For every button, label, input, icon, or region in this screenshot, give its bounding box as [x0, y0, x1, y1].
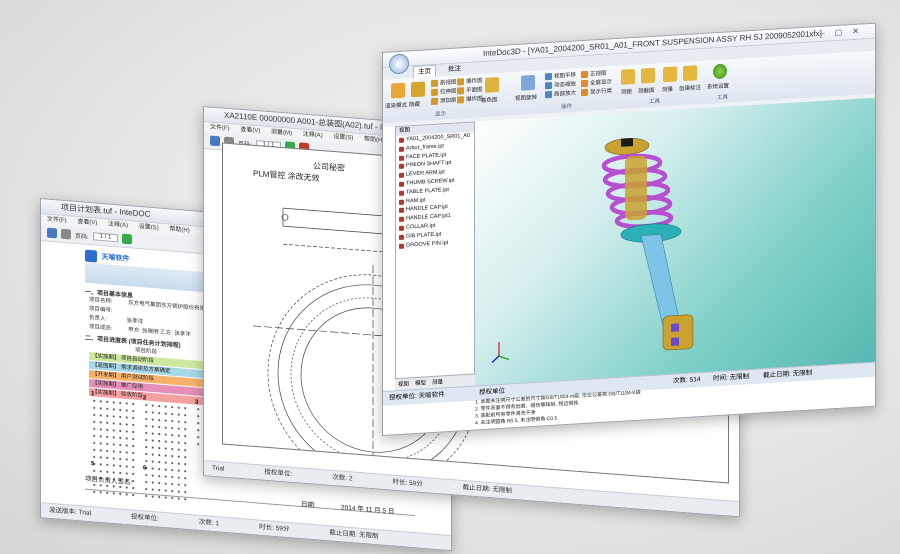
- section-view-button[interactable]: 剖视图: [431, 78, 457, 88]
- group-label-display: 显示: [435, 111, 447, 118]
- menu-view[interactable]: 查看(V): [240, 127, 260, 135]
- menu-settings[interactable]: 设置(S): [333, 134, 353, 142]
- save-icon[interactable]: [47, 227, 57, 239]
- logo-icon: [85, 249, 97, 263]
- gear-icon[interactable]: [713, 63, 727, 80]
- shading-icon[interactable]: [485, 77, 499, 93]
- render-mode-button[interactable]: 渲染模式: [385, 101, 407, 110]
- menu-measure[interactable]: 测量(M): [271, 129, 292, 137]
- status-mode: Trial: [212, 464, 225, 473]
- pan-icon: [545, 72, 552, 81]
- measure-icon[interactable]: [663, 66, 677, 83]
- rotate-view-icon[interactable]: [521, 74, 535, 91]
- calendar-month: [143, 471, 189, 503]
- page-input[interactable]: 1 / 1: [92, 232, 119, 243]
- measure-button[interactable]: 测量: [662, 85, 673, 94]
- status-unit: 授权单位:: [264, 468, 293, 478]
- explode-view-icon: [457, 96, 464, 104]
- section-icon: [431, 79, 438, 88]
- hide-button[interactable]: 隐藏: [409, 100, 420, 109]
- status-mode: 波送版本: Trial: [49, 506, 92, 518]
- extrude-icon: [431, 88, 438, 97]
- shading-button[interactable]: 着色图: [481, 95, 498, 104]
- menu-file[interactable]: 文件(F): [210, 125, 230, 133]
- front-view-icon: [581, 70, 588, 79]
- local-zoom-button[interactable]: 局部放大: [545, 88, 576, 99]
- hide-icon[interactable]: [411, 81, 425, 98]
- measure-distance-icon[interactable]: [621, 68, 635, 85]
- axis-triad-icon: [491, 342, 510, 363]
- add-section-icon: [431, 97, 438, 106]
- status-unit: 授权单位: 天喻软件: [389, 391, 445, 402]
- suspension-model: [491, 138, 694, 363]
- menu-view[interactable]: 查看(V): [77, 219, 97, 227]
- fullscreen-icon: [581, 79, 588, 88]
- group-label-operate: 操作: [561, 103, 573, 111]
- rotate-view-button[interactable]: 视图旋转: [515, 93, 537, 102]
- menu-annotate[interactable]: 注释(A): [303, 132, 323, 140]
- menu-help[interactable]: 帮助(H): [169, 226, 189, 234]
- save-icon[interactable]: [210, 135, 220, 147]
- measure-section-icon[interactable]: [641, 67, 655, 84]
- create-annotation-icon[interactable]: [683, 65, 697, 82]
- intedoc3d-window: InteDoc3D - [YA01_2004200_SR01_A01_FRONT…: [382, 22, 876, 436]
- magnify-icon: [545, 90, 552, 99]
- measure-section-button[interactable]: 测截面: [638, 86, 655, 95]
- calendar-month: [91, 397, 137, 471]
- tab-annotate[interactable]: 批注: [448, 63, 461, 76]
- status-deadline: 截止日期: 无限制: [462, 483, 512, 495]
- status-duration: 时长: 59分: [392, 478, 423, 488]
- front-view-button[interactable]: 正视图: [581, 69, 607, 79]
- menu-settings[interactable]: 设置(S): [139, 224, 159, 232]
- create-annotation-button[interactable]: 创建标注: [679, 83, 701, 92]
- lines-icon: [581, 88, 588, 97]
- status-count: 次数: 2: [332, 473, 353, 483]
- status-unit: 授权单位:: [131, 513, 159, 523]
- status-count: 次数: 1: [198, 518, 220, 528]
- explode-view-button[interactable]: 爆炸图: [457, 94, 483, 104]
- render-mode-icon[interactable]: [391, 82, 405, 99]
- explode-icon: [457, 78, 464, 86]
- measure-distance-button[interactable]: 测距: [621, 87, 632, 96]
- date-label: 日期:: [301, 500, 316, 510]
- explode-button[interactable]: 爆炸图: [457, 76, 483, 86]
- menu-annotate[interactable]: 注释(A): [108, 221, 128, 229]
- menu-file[interactable]: 文件(F): [47, 217, 67, 225]
- logo-text: 天喻软件: [101, 253, 130, 263]
- status-duration: 时长: 59分: [259, 523, 290, 534]
- system-settings-button[interactable]: 系统设置: [707, 81, 729, 90]
- calendar-month: [143, 401, 189, 475]
- extrude-button[interactable]: 拉伸图: [431, 87, 457, 97]
- model-tree-panel: 视图 YA01_2004200_SR01_A0 Arbor_frame.ipt …: [395, 121, 475, 391]
- group-label-tools-2: 工具: [717, 94, 729, 102]
- 3d-viewport[interactable]: [475, 97, 875, 398]
- refresh-icon[interactable]: [122, 233, 133, 245]
- status-deadline: 截止日期: 无限制: [329, 529, 379, 541]
- group-label-tools: 工具: [649, 98, 661, 106]
- print-icon[interactable]: [61, 228, 71, 240]
- show-lines-button[interactable]: 显示行类: [581, 86, 612, 97]
- zoom-icon: [545, 81, 552, 90]
- window-controls[interactable]: –▢✕: [820, 24, 869, 41]
- plan-view-button[interactable]: 平面图: [457, 85, 483, 95]
- page-label: 页码:: [75, 233, 89, 241]
- plan-icon: [457, 87, 464, 95]
